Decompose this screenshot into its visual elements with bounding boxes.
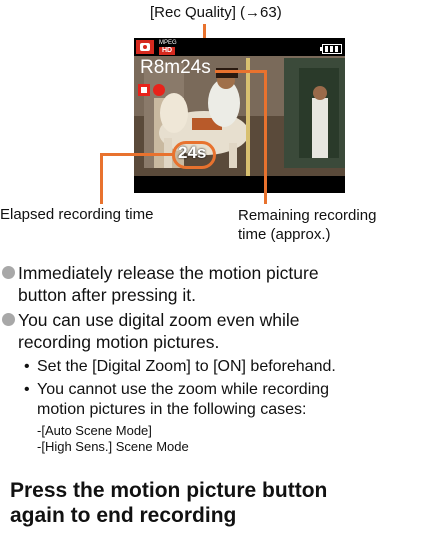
record-dot-icon (153, 84, 165, 96)
elapsed-callout-line-v (100, 153, 103, 204)
sub-bullet-mark: • (24, 358, 30, 375)
caption-remaining-line1: Remaining recording (238, 207, 377, 224)
hd-badge: HD (159, 47, 176, 55)
mpeg-label: MPEG (159, 40, 177, 46)
section-heading: Press the motion picture button again to… (10, 478, 430, 528)
camera-screen: MPEG HD R8m24s 24s (134, 38, 345, 193)
remaining-callout-line-v (264, 70, 267, 204)
bullet-release-button: Immediately release the motion picture b… (2, 262, 442, 306)
heading-line2: again to end recording (10, 504, 237, 527)
caption-remaining-line2: time (approx.) (238, 226, 331, 243)
bullet-line: recording motion pictures. (18, 332, 220, 352)
caption-elapsed: Elapsed recording time (0, 206, 154, 223)
bullet-line: button after pressing it. (18, 285, 197, 305)
sub-bullet-line: You cannot use the zoom while recording (37, 381, 330, 398)
elapsed-callout-line-h (100, 153, 174, 156)
battery-icon (320, 44, 342, 54)
heading-line1: Press the motion picture button (10, 479, 328, 502)
elapsed-callout-ring (172, 141, 216, 169)
bullet-dot-icon (2, 313, 15, 326)
remaining-time-readout: R8m24s (140, 57, 211, 78)
case-high-sens: -[High Sens.] Scene Mode (37, 439, 189, 454)
sub-bullet-cannot-zoom: • You cannot use the zoom while recordin… (24, 380, 442, 420)
camera-icon (136, 40, 154, 54)
sub-bullet-set-zoom: • Set the [Digital Zoom] to [ON] beforeh… (24, 357, 442, 377)
sub-bullet-mark: • (24, 381, 30, 398)
rec-quality-callout-label: [Rec Quality] (→63) (150, 4, 282, 21)
record-mode-icon (138, 84, 150, 96)
bullet-line: You can use digital zoom even while (18, 310, 300, 330)
remaining-callout-line-h (215, 70, 267, 73)
bullet-dot-icon (2, 266, 15, 279)
sub-bullet-line: Set the [Digital Zoom] to [ON] beforehan… (37, 358, 336, 375)
caption-remaining: Remaining recording time (approx.) (238, 206, 438, 244)
bullet-digital-zoom: You can use digital zoom even while reco… (2, 309, 442, 353)
bullet-line: Immediately release the motion picture (18, 263, 319, 283)
sub-bullet-line: motion pictures in the following cases: (37, 401, 307, 418)
case-auto-scene: -[Auto Scene Mode] (37, 423, 152, 438)
